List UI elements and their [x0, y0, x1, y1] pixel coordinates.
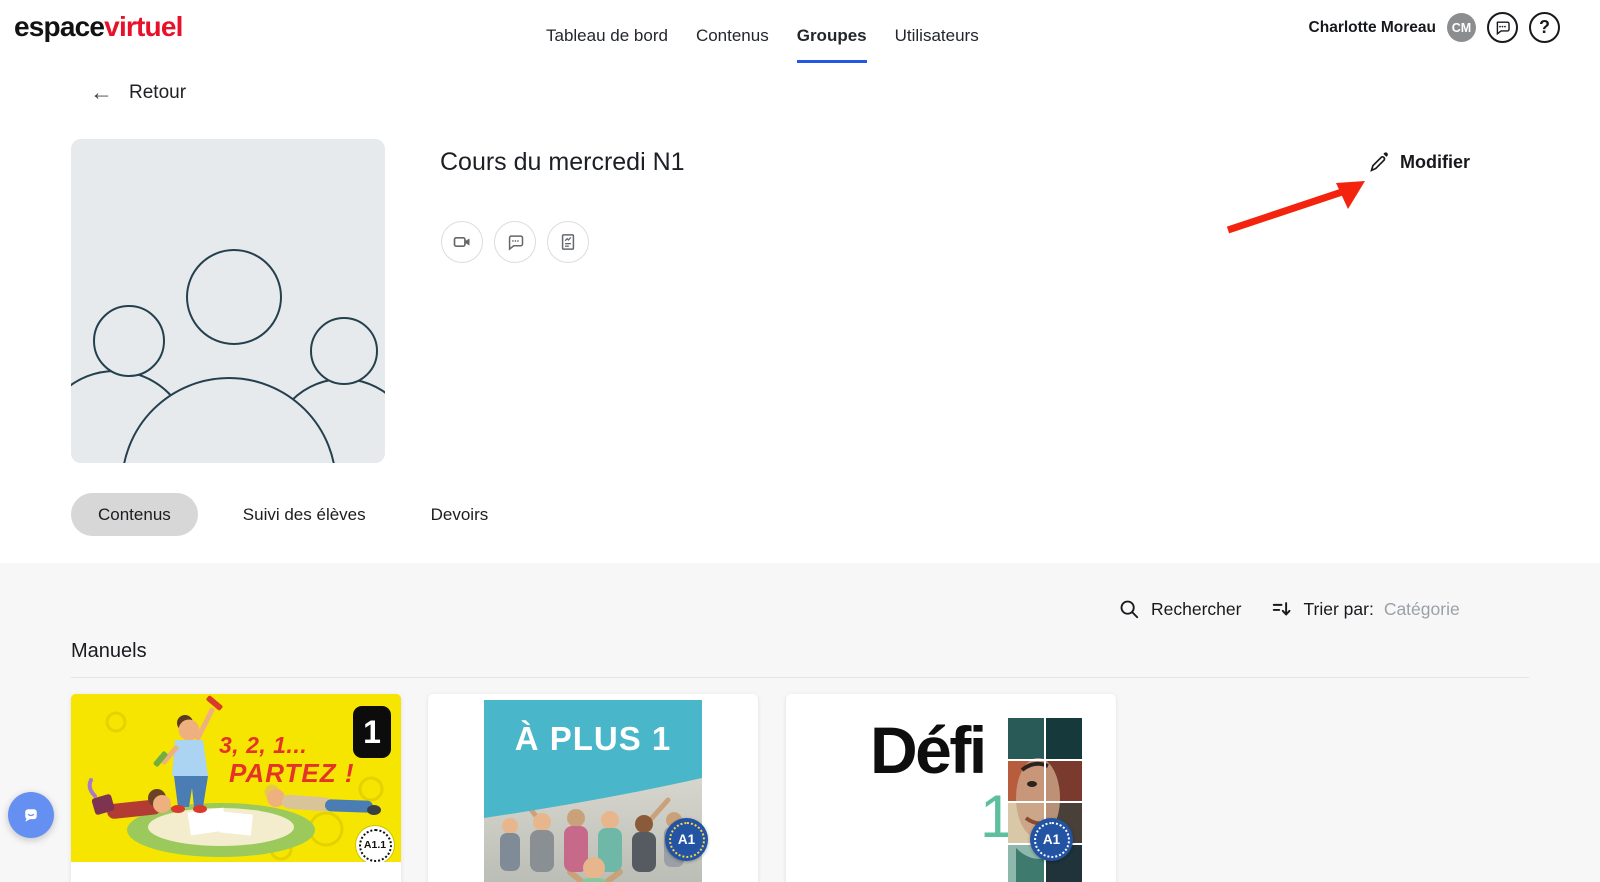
group-action-buttons: [441, 221, 589, 263]
user-area: Charlotte Moreau CM ?: [1309, 12, 1560, 43]
back-label: Retour: [129, 82, 186, 104]
tab-contenus[interactable]: Contenus: [71, 493, 198, 536]
annotation-arrow: [1212, 168, 1382, 243]
search-button[interactable]: Rechercher: [1118, 598, 1241, 620]
group-tabs: Contenus Suivi des élèves Devoirs: [71, 493, 508, 536]
sort-label: Trier par:: [1303, 599, 1373, 620]
group-report-button[interactable]: [547, 221, 589, 263]
back-arrow-icon: ←: [90, 81, 113, 104]
book-card-defi-1[interactable]: Défi 1: [786, 694, 1116, 882]
page-title: Cours du mercredi N1: [440, 148, 685, 177]
brand-logo-part1: espace: [14, 11, 104, 42]
volume-badge: 1: [353, 706, 391, 758]
tab-devoirs[interactable]: Devoirs: [411, 493, 509, 536]
search-label: Rechercher: [1151, 599, 1241, 620]
video-call-button[interactable]: [441, 221, 483, 263]
book-cover-a-plus-1: À PLUS 1: [484, 700, 702, 882]
user-avatar[interactable]: CM: [1447, 13, 1476, 42]
star-ring: [1034, 822, 1070, 858]
book-card-321-partez[interactable]: 3, 2, 1... PARTEZ ! 1 A1.1: [71, 694, 401, 882]
messages-button[interactable]: [1487, 12, 1518, 43]
speech-bubble-icon: [505, 232, 525, 252]
pencil-icon: [1368, 152, 1389, 173]
edit-label: Modifier: [1400, 152, 1470, 173]
nav-groupes[interactable]: Groupes: [797, 26, 867, 63]
question-mark-icon: ?: [1539, 17, 1550, 38]
brand-logo-part2: virtuel: [104, 11, 182, 42]
sort-icon: [1271, 598, 1293, 620]
chat-launcher-icon: [19, 803, 43, 827]
book-cover-321-partez: 3, 2, 1... PARTEZ ! 1 A1.1: [71, 694, 401, 862]
back-button[interactable]: ← Retour: [90, 81, 186, 104]
book-title-line1: 3, 2, 1...: [219, 732, 307, 759]
nav-utilisateurs[interactable]: Utilisateurs: [895, 26, 979, 63]
sort-control[interactable]: Trier par: Catégorie: [1271, 598, 1459, 620]
contents-toolbar: Rechercher Trier par: Catégorie: [1118, 593, 1460, 625]
brand-logo[interactable]: espacevirtuel: [14, 11, 183, 43]
nav-contenus[interactable]: Contenus: [696, 26, 769, 63]
support-chat-launcher[interactable]: [8, 792, 54, 838]
user-name[interactable]: Charlotte Moreau: [1309, 19, 1436, 37]
report-notes-icon: [558, 232, 578, 252]
nav-tableau-de-bord[interactable]: Tableau de bord: [546, 26, 668, 63]
star-ring: [669, 822, 705, 858]
book-title-line2: PARTEZ !: [229, 758, 354, 789]
section-title-manuels: Manuels: [71, 640, 147, 663]
video-camera-icon: [452, 232, 472, 252]
level-badge: A1: [1030, 818, 1073, 861]
book-title: À PLUS 1: [484, 720, 702, 758]
help-button[interactable]: ?: [1529, 12, 1560, 43]
level-badge: A1.1: [356, 826, 394, 862]
main-nav: Tableau de bord Contenus Groupes Utilisa…: [546, 26, 979, 63]
tab-suivi-des-eleves[interactable]: Suivi des élèves: [223, 493, 386, 536]
page: espacevirtuel Tableau de bord Contenus G…: [0, 0, 1600, 882]
group-chat-button[interactable]: [494, 221, 536, 263]
search-icon: [1118, 598, 1140, 620]
sort-value: Catégorie: [1384, 599, 1460, 620]
star-ring: [359, 829, 392, 862]
top-header: espacevirtuel Tableau de bord Contenus G…: [0, 0, 1600, 62]
section-divider: [71, 677, 1529, 678]
level-badge: A1: [665, 818, 708, 861]
group-cover-placeholder: [71, 139, 385, 463]
edit-button[interactable]: Modifier: [1368, 152, 1470, 173]
group-people-icon: [71, 139, 385, 463]
speech-bubble-icon: [1494, 19, 1511, 36]
book-card-a-plus-1[interactable]: À PLUS 1 A1: [428, 694, 758, 882]
book-title: Défi: [870, 712, 985, 788]
